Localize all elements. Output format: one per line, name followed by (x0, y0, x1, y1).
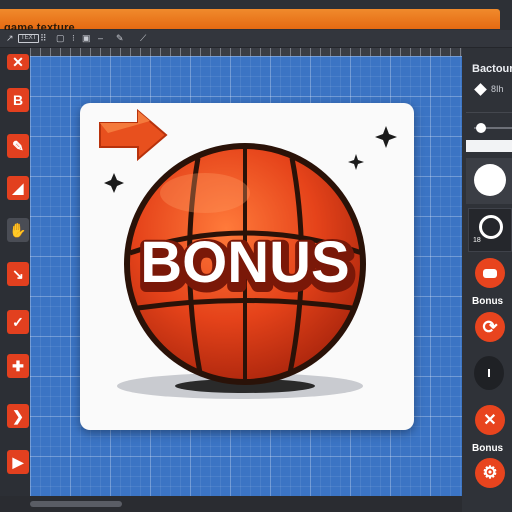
toolbar-dash-icon[interactable]: – (98, 33, 103, 44)
toolbar-frame-icon[interactable]: ▣ (82, 33, 91, 44)
close-icon: ✕ (483, 412, 497, 429)
title-tab[interactable]: game texture (0, 9, 500, 34)
toolbar-dots-icon[interactable]: ⁝ (72, 33, 75, 44)
tool-text-icon[interactable]: B (7, 88, 29, 112)
tool-transform-icon[interactable]: ↘ (7, 262, 29, 286)
tool-pen-icon[interactable]: ✎ (7, 134, 29, 158)
stroke-ring-icon (479, 215, 503, 239)
bonus-text: BONUS (140, 230, 349, 295)
panel-value: 8Ih (491, 84, 504, 94)
arrow-icon (99, 108, 168, 162)
gear-icon: ⚙ (482, 463, 498, 482)
refresh-button[interactable]: ⟳ (475, 312, 505, 342)
toolbar-square-icon[interactable]: ▢ (56, 33, 65, 44)
tool-select-icon[interactable]: ✓ (7, 310, 29, 334)
toolbar: ↗ TEXT ⠿ ▢ ⁝ ▣ – ✎ ⟋ (0, 30, 512, 48)
color-bar[interactable] (466, 140, 512, 152)
toolbar-grid-icon[interactable]: ⠿ (40, 33, 47, 44)
dial-tick-icon (488, 369, 490, 377)
sparkle-icon (104, 173, 124, 193)
scrollbar-thumb[interactable] (30, 501, 122, 507)
tool-play-icon[interactable]: ▶ (7, 450, 29, 474)
stroke-size: 18 (473, 237, 481, 244)
tool-next-icon[interactable]: ❯ (7, 404, 29, 428)
bonus-label-2: Bonus (472, 443, 504, 454)
tool-hand-icon[interactable]: ✋ (7, 218, 29, 242)
sparkle-icon (375, 126, 397, 148)
refresh-icon: ⟳ (482, 316, 498, 337)
fill-circle-icon (474, 164, 506, 196)
title-bar: game texture (0, 0, 512, 34)
rounded-rect-icon (483, 268, 497, 278)
horizontal-ruler (30, 48, 462, 56)
tool-add-icon[interactable]: ✚ (7, 354, 29, 378)
texture-card[interactable]: BONUS BONUS (80, 103, 414, 430)
slider-knob[interactable] (476, 123, 486, 133)
shape-button[interactable] (475, 258, 505, 288)
bonus-label-1: Bonus (472, 296, 504, 307)
dial-button[interactable] (474, 356, 504, 390)
diamond-icon (474, 82, 487, 96)
opacity-slider[interactable] (470, 123, 512, 133)
panel-value-row[interactable]: 8Ih (474, 82, 504, 96)
panel-divider (466, 112, 512, 113)
tool-shape-icon[interactable]: ◢ (7, 176, 29, 200)
close-button[interactable]: ✕ (475, 405, 505, 435)
sparkle-icon (348, 154, 364, 170)
tool-close-icon[interactable]: ✕ (7, 54, 29, 70)
toolbar-brush-icon[interactable]: ⟋ (140, 33, 146, 44)
fill-swatch[interactable] (466, 158, 512, 204)
left-toolbar: ✕ B ✎ ◢ ✋ ↘ ✓ ✚ ❯ ▶ (0, 48, 30, 496)
settings-button[interactable]: ⚙ (475, 458, 505, 488)
horizontal-scrollbar[interactable] (0, 496, 462, 512)
toolbar-arrow-icon[interactable]: ↗ (6, 33, 14, 44)
bonus-artwork: BONUS BONUS (99, 108, 397, 399)
toolbar-pencil-icon[interactable]: ✎ (116, 33, 124, 44)
toolbar-text-box[interactable]: TEXT (18, 33, 40, 44)
panel-heading: Bactour (472, 63, 512, 75)
stroke-swatch[interactable]: 18 (468, 208, 512, 252)
